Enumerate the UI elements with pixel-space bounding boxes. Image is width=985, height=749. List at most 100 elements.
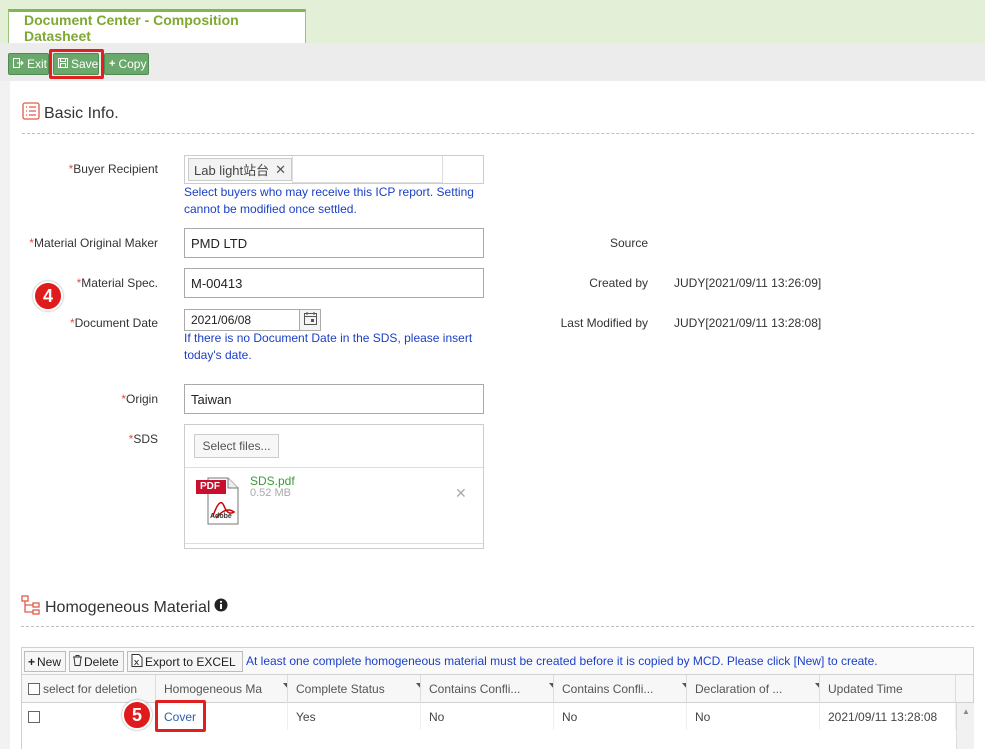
homogeneous-title: Homogeneous Material: [45, 598, 211, 616]
column-contains-conflict-1[interactable]: Contains Confli...: [421, 675, 554, 703]
basic-info-title: Basic Info.: [44, 104, 119, 122]
select-all-checkbox[interactable]: [28, 683, 40, 695]
new-button[interactable]: + New: [24, 651, 66, 672]
buyer-tag-label: Lab light站台: [194, 163, 270, 178]
column-label: Declaration of ...: [695, 682, 783, 696]
buyer-recipient-label-text: Buyer Recipient: [73, 162, 158, 176]
material-original-maker-value: PMD LTD: [191, 235, 248, 251]
info-icon[interactable]: [214, 598, 228, 617]
export-excel-button[interactable]: Export to EXCEL: [127, 651, 243, 672]
action-toolbar: Exit Save + Copy: [0, 43, 985, 81]
pdf-badge: PDF: [200, 481, 220, 492]
origin-label-text: Origin: [125, 392, 158, 406]
source-label: Source: [609, 236, 648, 250]
exit-label: Exit: [27, 57, 48, 71]
calendar-icon: [303, 312, 317, 328]
column-label: Contains Confli...: [562, 682, 654, 696]
last-modified-label: Last Modified by: [560, 316, 648, 330]
column-contains-conflict-2[interactable]: Contains Confli...: [554, 675, 687, 703]
date-hint-line2: today's date.: [184, 348, 252, 362]
grid-toolbar: + New Delete Export to EXCEL At least on…: [21, 647, 974, 675]
complete-status-cell: Yes: [288, 703, 421, 730]
created-by-label: Created by: [589, 276, 648, 290]
row-checkbox[interactable]: [28, 710, 40, 723]
buyer-hint-line1: Select buyers who may receive this ICP r…: [184, 185, 474, 199]
excel-icon: [131, 653, 143, 670]
exit-icon: [13, 57, 24, 71]
cover-highlight-box: [155, 700, 206, 732]
vertical-scrollbar[interactable]: ▲: [956, 703, 974, 749]
sds-upload-box: Select files... PDF Adobe SDS.pdf 0.52 M…: [184, 424, 484, 549]
document-date-label-text: Document Date: [74, 316, 158, 330]
step-marker-5-text: 5: [131, 704, 142, 725]
delete-label: Delete: [84, 654, 119, 669]
delete-button[interactable]: Delete: [69, 651, 124, 672]
column-label: Homogeneous Ma: [164, 682, 263, 696]
column-select-for-deletion: select for deletion: [22, 675, 156, 703]
material-spec-input[interactable]: M-00413: [184, 268, 484, 298]
step-marker-4: 4: [33, 281, 63, 311]
remove-file-icon[interactable]: ✕: [455, 485, 467, 502]
material-original-maker-input[interactable]: PMD LTD: [184, 228, 484, 258]
grid-header: select for deletion Homogeneous Ma Compl…: [21, 675, 974, 703]
buyer-recipient-label: *Buyer Recipient: [30, 162, 158, 176]
origin-label: *Origin: [30, 392, 158, 406]
tab-composition-datasheet[interactable]: Document Center - Composition Datasheet: [8, 9, 306, 44]
step-marker-4-text: 4: [42, 285, 53, 306]
grid-notice: At least one complete homogeneous materi…: [246, 654, 878, 668]
divider: [22, 133, 974, 134]
contains-conflict-2-cell: No: [554, 703, 687, 730]
document-date-hint: If there is no Document Date in the SDS,…: [184, 330, 504, 364]
select-files-label: Select files...: [202, 439, 271, 453]
new-label: New: [37, 654, 62, 669]
column-label: Updated Time: [828, 682, 903, 696]
scroll-up-icon[interactable]: ▲: [962, 707, 970, 716]
copy-label: Copy: [118, 57, 147, 71]
upload-divider: [185, 467, 483, 468]
pdf-file-icon: PDF Adobe: [196, 476, 244, 526]
buyer-tag: Lab light站台 ✕: [188, 158, 292, 181]
material-spec-value: M-00413: [191, 275, 243, 291]
exit-button[interactable]: Exit: [8, 53, 49, 75]
upload-divider-bottom: [185, 543, 483, 544]
created-by-value: JUDY[2021/09/11 13:26:09]: [674, 276, 822, 290]
buyer-search-input[interactable]: [292, 156, 443, 183]
homogeneous-heading: Homogeneous Material: [21, 595, 228, 620]
buyer-recipient-multiselect[interactable]: Lab light站台 ✕: [184, 155, 484, 184]
document-date-label: *Document Date: [30, 316, 158, 330]
sds-file-size: 0.52 MB: [250, 487, 291, 499]
column-complete-status[interactable]: Complete Status: [288, 675, 421, 703]
column-updated-time[interactable]: Updated Time: [820, 675, 956, 703]
updated-time-cell: 2021/09/11 13:28:08: [820, 703, 956, 730]
sds-label: *SDS: [30, 432, 158, 446]
remove-tag-icon[interactable]: ✕: [275, 162, 286, 178]
column-declaration[interactable]: Declaration of ...: [687, 675, 820, 703]
divider: [21, 626, 974, 627]
column-label: Contains Confli...: [429, 682, 521, 696]
step-marker-5: 5: [122, 700, 152, 730]
basic-info-heading: Basic Info.: [22, 102, 119, 125]
trash-icon: [73, 654, 82, 669]
column-label: Complete Status: [296, 682, 385, 696]
list-icon: [22, 102, 40, 125]
save-highlight-box: [49, 49, 104, 79]
tree-icon: [21, 595, 41, 620]
material-original-maker-label: *Material Original Maker: [20, 236, 158, 250]
document-date-value: 2021/06/08: [191, 313, 252, 327]
copy-button[interactable]: + Copy: [104, 53, 149, 75]
plus-icon: +: [28, 654, 36, 669]
last-modified-value: JUDY[2021/09/11 13:28:08]: [674, 316, 822, 330]
origin-input[interactable]: Taiwan: [184, 384, 484, 414]
select-files-button[interactable]: Select files...: [194, 434, 279, 458]
plus-icon: +: [109, 58, 116, 70]
sds-label-text: SDS: [133, 432, 158, 446]
export-label: Export to EXCEL: [145, 654, 236, 669]
document-date-input[interactable]: 2021/06/08: [184, 309, 300, 331]
contains-conflict-1-cell: No: [421, 703, 554, 730]
column-homogeneous-material[interactable]: Homogeneous Ma: [156, 675, 288, 703]
origin-value: Taiwan: [191, 391, 232, 407]
buyer-hint-line2: cannot be modified once settled.: [184, 202, 357, 216]
declaration-cell: No: [687, 703, 820, 730]
sds-file-name[interactable]: SDS.pdf: [250, 474, 295, 488]
calendar-button[interactable]: [299, 309, 321, 331]
